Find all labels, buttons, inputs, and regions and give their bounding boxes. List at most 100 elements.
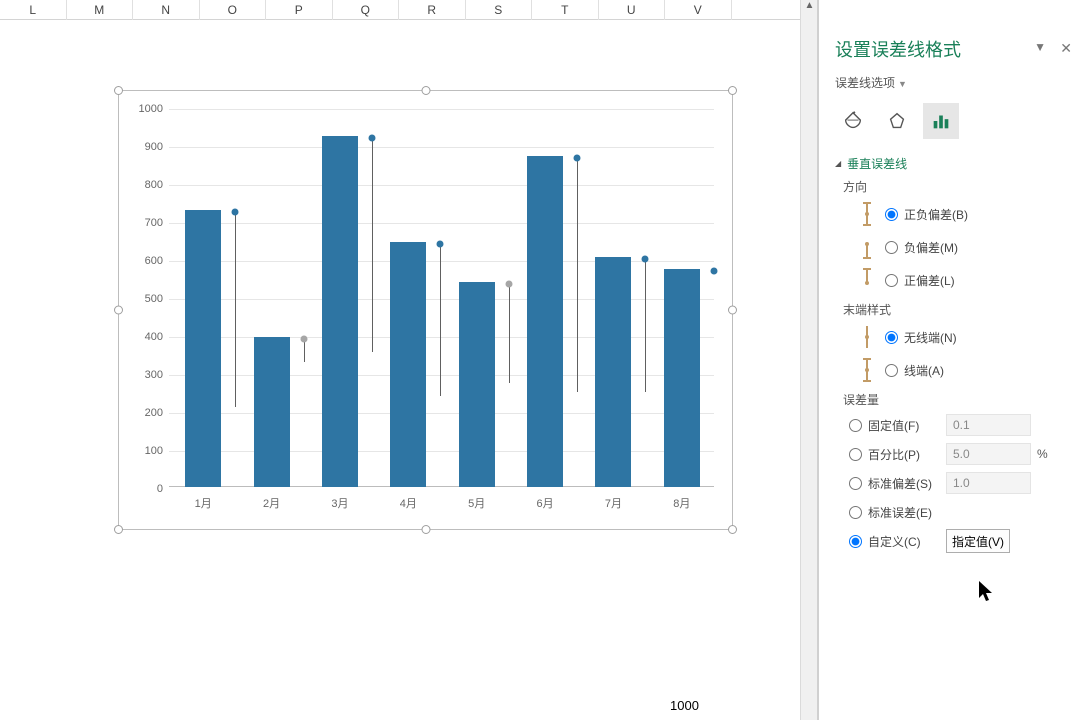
error-bar-marker[interactable]: [300, 335, 307, 342]
pane-icon-tabs: [835, 103, 1068, 139]
col-header[interactable]: S: [466, 0, 533, 20]
fill-line-tab[interactable]: [835, 103, 871, 139]
resize-handle[interactable]: [728, 86, 737, 95]
errorbar-options-tab[interactable]: [923, 103, 959, 139]
amount-label: 误差量: [843, 391, 1068, 408]
chart-bar[interactable]: [185, 210, 221, 487]
x-tick-label: 3月: [331, 495, 348, 511]
x-tick-label: 8月: [673, 495, 690, 511]
col-header[interactable]: P: [266, 0, 333, 20]
chart-bar[interactable]: [459, 282, 495, 487]
error-bar[interactable]: [509, 284, 510, 383]
errorbar-options-dropdown[interactable]: 误差线选项▼: [835, 74, 1068, 91]
x-tick-label: 4月: [400, 495, 417, 511]
col-header[interactable]: R: [399, 0, 466, 20]
col-header[interactable]: U: [599, 0, 666, 20]
resize-handle[interactable]: [114, 86, 123, 95]
plot-area[interactable]: 010020030040050060070080090010001月2月3月4月…: [169, 109, 714, 487]
error-bar-marker[interactable]: [574, 155, 581, 162]
y-tick-label: 200: [129, 407, 163, 419]
error-bar[interactable]: [645, 259, 646, 392]
resize-handle[interactable]: [114, 525, 123, 534]
col-header[interactable]: T: [532, 0, 599, 20]
x-tick-label: 1月: [195, 495, 212, 511]
gridline: [169, 299, 714, 300]
chart-bar[interactable]: [664, 269, 700, 488]
error-bar-marker[interactable]: [368, 134, 375, 141]
errorbar-options-label: 误差线选项: [835, 76, 895, 90]
error-bar-marker[interactable]: [437, 240, 444, 247]
vertical-scrollbar[interactable]: ▲: [800, 0, 817, 720]
amount-fixed-input[interactable]: [946, 414, 1031, 436]
amount-stderr-radio[interactable]: [849, 506, 862, 519]
gridline: [169, 413, 714, 414]
stray-cell-text: 1000: [670, 698, 699, 713]
amount-pct-label: 百分比(P): [868, 446, 946, 463]
amount-custom-radio[interactable]: [849, 535, 862, 548]
error-bar-marker[interactable]: [232, 208, 239, 215]
col-header[interactable]: M: [67, 0, 134, 20]
specify-value-button[interactable]: 指定值(V): [946, 529, 1010, 553]
chart-bar[interactable]: [527, 156, 563, 487]
format-error-bars-pane: ▼ ✕ 设置误差线格式 误差线选项▼ ◢ 垂直误差线 方向 正负偏差(B) 负偏…: [819, 0, 1080, 720]
endstyle-none-icon: [849, 324, 885, 350]
error-bar[interactable]: [235, 212, 236, 408]
y-tick-label: 800: [129, 179, 163, 191]
amount-stderr-label: 标准误差(E): [868, 504, 946, 521]
gridline: [169, 337, 714, 338]
amount-fixed-label: 固定值(F): [868, 417, 946, 434]
amount-stdev-input[interactable]: [946, 472, 1031, 494]
chart-bar[interactable]: [322, 136, 358, 488]
error-bar[interactable]: [372, 138, 373, 353]
direction-both-radio[interactable]: 正负偏差(B): [885, 206, 968, 223]
gridline: [169, 185, 714, 186]
embedded-chart[interactable]: 010020030040050060070080090010001月2月3月4月…: [118, 90, 733, 530]
chart-bar[interactable]: [390, 242, 426, 487]
resize-handle[interactable]: [421, 86, 430, 95]
error-bar-marker[interactable]: [642, 256, 649, 263]
y-tick-label: 0: [129, 483, 163, 495]
section-caret-icon: ◢: [835, 159, 841, 168]
resize-handle[interactable]: [114, 306, 123, 315]
error-bar[interactable]: [440, 244, 441, 396]
error-bar-marker[interactable]: [710, 267, 717, 274]
pane-dropdown-icon[interactable]: ▼: [1034, 40, 1046, 54]
direction-plus-radio[interactable]: 正偏差(L): [885, 272, 955, 289]
col-header[interactable]: L: [0, 0, 67, 20]
percent-unit: %: [1037, 447, 1048, 461]
amount-pct-input[interactable]: [946, 443, 1031, 465]
direction-minus-radio[interactable]: 负偏差(M): [885, 239, 958, 256]
x-tick-label: 5月: [468, 495, 485, 511]
y-tick-label: 300: [129, 369, 163, 381]
chart-bar[interactable]: [254, 337, 290, 487]
endstyle-none-radio[interactable]: 无线端(N): [885, 329, 957, 346]
col-header[interactable]: O: [200, 0, 267, 20]
col-header[interactable]: V: [665, 0, 732, 20]
error-bar[interactable]: [577, 158, 578, 392]
resize-handle[interactable]: [421, 525, 430, 534]
gridline: [169, 223, 714, 224]
close-icon[interactable]: ✕: [1060, 40, 1072, 57]
scroll-up-icon[interactable]: ▲: [801, 0, 818, 17]
gridline: [169, 147, 714, 148]
amount-fixed-radio[interactable]: [849, 419, 862, 432]
chart-bar[interactable]: [595, 257, 631, 487]
y-tick-label: 100: [129, 445, 163, 457]
endstyle-cap-radio[interactable]: 线端(A): [885, 362, 944, 379]
pane-title: 设置误差线格式: [835, 36, 1068, 62]
col-header[interactable]: N: [133, 0, 200, 20]
y-tick-label: 900: [129, 141, 163, 153]
effects-tab[interactable]: [879, 103, 915, 139]
endstyle-cap-icon: [849, 357, 885, 383]
y-tick-label: 600: [129, 255, 163, 267]
amount-pct-radio[interactable]: [849, 448, 862, 461]
resize-handle[interactable]: [728, 525, 737, 534]
y-tick-label: 500: [129, 293, 163, 305]
vertical-errorbar-section[interactable]: ◢ 垂直误差线: [835, 155, 1068, 172]
col-header[interactable]: Q: [333, 0, 400, 20]
x-tick-label: 2月: [263, 495, 280, 511]
amount-stdev-radio[interactable]: [849, 477, 862, 490]
x-tick-label: 6月: [537, 495, 554, 511]
error-bar-marker[interactable]: [505, 280, 512, 287]
resize-handle[interactable]: [728, 306, 737, 315]
